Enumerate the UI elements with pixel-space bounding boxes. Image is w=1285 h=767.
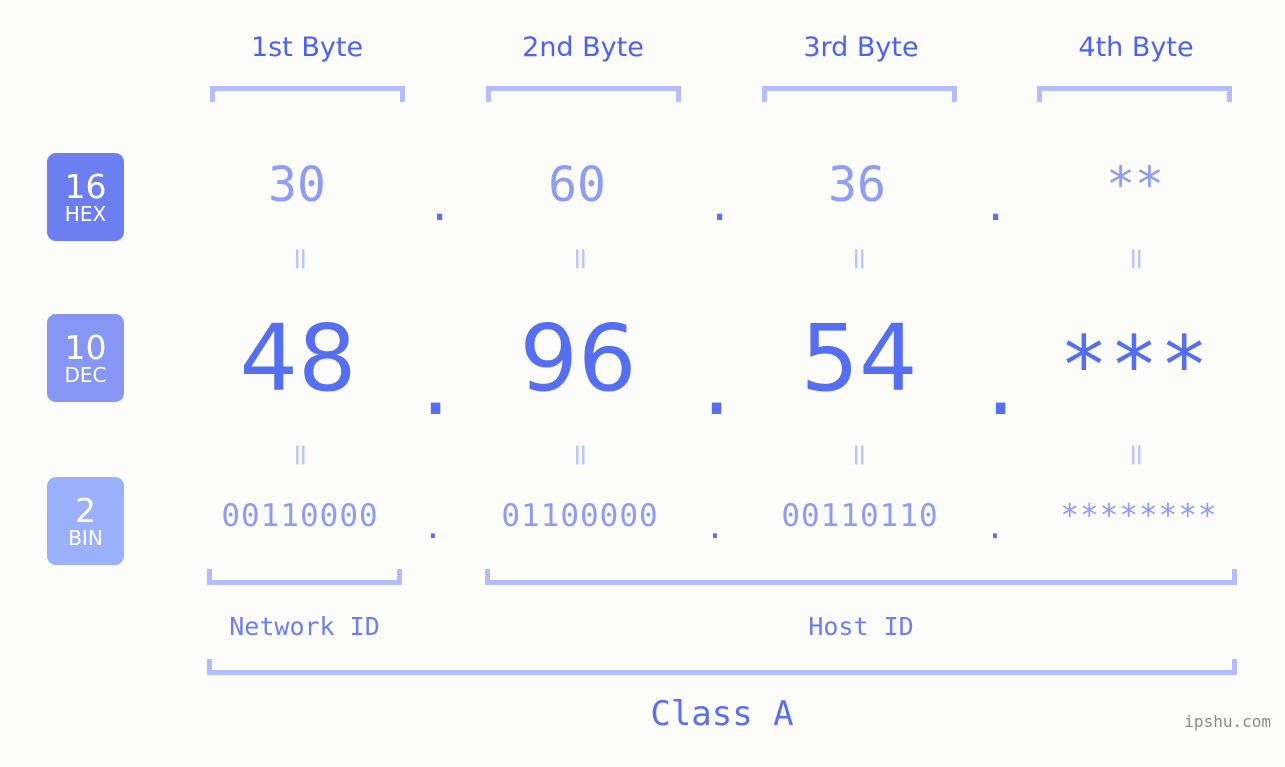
site-watermark: ipshu.com bbox=[1184, 712, 1271, 731]
bin-byte-1: 00110000 bbox=[221, 498, 379, 534]
bin-byte-3: 00110110 bbox=[781, 498, 939, 534]
base-badge-bin-number: 2 bbox=[75, 490, 96, 530]
network-id-bracket bbox=[207, 569, 402, 585]
dec-byte-1: 48 bbox=[239, 305, 357, 412]
byte-header-4: 4th Byte bbox=[1078, 32, 1194, 63]
equals-mark-hex-dec-3: = bbox=[842, 246, 877, 272]
bin-separator-1: . bbox=[423, 510, 443, 546]
bin-separator-3: . bbox=[985, 510, 1005, 546]
base-badge-hex-number: 16 bbox=[64, 166, 107, 206]
byte-bracket-4 bbox=[1037, 86, 1232, 102]
base-badge-bin-abbr: BIN bbox=[68, 525, 103, 550]
byte-bracket-1 bbox=[210, 86, 405, 102]
equals-mark-hex-dec-4: = bbox=[1119, 246, 1154, 272]
hex-byte-4: ** bbox=[1106, 157, 1164, 213]
network-id-label: Network ID bbox=[229, 612, 380, 641]
hex-byte-1: 30 bbox=[268, 157, 326, 213]
class-bracket bbox=[207, 659, 1237, 675]
bin-byte-2: 01100000 bbox=[501, 498, 659, 534]
bin-separator-2: . bbox=[705, 510, 725, 546]
hex-separator-3: . bbox=[983, 181, 1009, 230]
dec-separator-3: . bbox=[986, 329, 1016, 436]
byte-header-2: 2nd Byte bbox=[522, 32, 644, 63]
base-badge-hex-abbr: HEX bbox=[64, 201, 107, 226]
class-label: Class A bbox=[650, 694, 794, 734]
dec-byte-2: 96 bbox=[519, 305, 637, 412]
base-badge-dec-abbr: DEC bbox=[64, 362, 107, 387]
dec-byte-3: 54 bbox=[800, 305, 918, 412]
base-badge-dec-number: 10 bbox=[64, 327, 107, 367]
bin-byte-4: ******** bbox=[1060, 498, 1218, 534]
host-id-bracket bbox=[485, 569, 1237, 585]
dec-byte-4: *** bbox=[1059, 319, 1211, 412]
base-badge-bin: 2 BIN bbox=[47, 477, 124, 565]
byte-header-1: 1st Byte bbox=[250, 32, 364, 63]
dec-separator-1: . bbox=[421, 329, 451, 436]
byte-header-3: 3rd Byte bbox=[803, 32, 919, 63]
hex-separator-2: . bbox=[707, 181, 733, 230]
byte-bracket-2 bbox=[486, 86, 681, 102]
hex-byte-3: 36 bbox=[828, 157, 886, 213]
base-badge-dec: 10 DEC bbox=[47, 314, 124, 402]
equals-mark-dec-bin-2: = bbox=[563, 442, 598, 468]
hex-separator-1: . bbox=[427, 181, 453, 230]
equals-mark-hex-dec-2: = bbox=[563, 246, 598, 272]
equals-mark-dec-bin-3: = bbox=[842, 442, 877, 468]
equals-mark-dec-bin-1: = bbox=[283, 442, 318, 468]
ip-address-breakdown-diagram: 1st Byte 2nd Byte 3rd Byte 4th Byte 16 H… bbox=[0, 0, 1285, 767]
hex-byte-2: 60 bbox=[548, 157, 606, 213]
equals-mark-hex-dec-1: = bbox=[283, 246, 318, 272]
byte-bracket-3 bbox=[762, 86, 957, 102]
equals-mark-dec-bin-4: = bbox=[1119, 442, 1154, 468]
base-badge-hex: 16 HEX bbox=[47, 153, 124, 241]
dec-separator-2: . bbox=[702, 329, 732, 436]
host-id-label: Host ID bbox=[808, 612, 914, 641]
